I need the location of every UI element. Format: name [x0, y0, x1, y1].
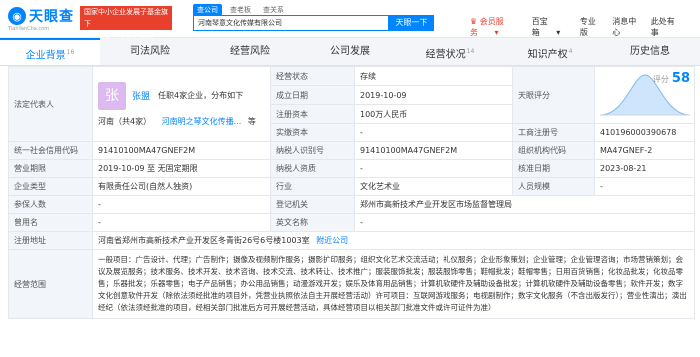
- english-name-label: 英文名称: [270, 213, 355, 232]
- tab-ip[interactable]: 知识产权4: [500, 38, 600, 65]
- legal-rep-name[interactable]: 张盟: [132, 89, 150, 102]
- authority-label: 登记机关: [270, 195, 355, 214]
- staff-size-label: 人员规模: [512, 177, 595, 196]
- insured-value: -: [92, 195, 271, 214]
- former-name-value: -: [92, 213, 271, 232]
- avatar: 张: [98, 81, 126, 110]
- found-date-value: 2019-10-09: [354, 85, 513, 105]
- baibaoxiang-link[interactable]: 百宝箱 ▾: [532, 16, 566, 38]
- legal-rep-desc: 任职4家企业，分布如下: [158, 91, 244, 100]
- scope-label: 经营范围: [8, 249, 93, 319]
- company-type-label: 企业类型: [8, 177, 93, 196]
- found-date-label: 成立日期: [270, 85, 355, 105]
- reg-capital-label: 注册资本: [270, 104, 355, 124]
- paid-capital-label: 实缴资本: [270, 123, 355, 142]
- scope-value: 一般项目：广告设计、代理；广告制作；摄像及视频制作服务；摄影扩印服务；组织文化艺…: [92, 249, 695, 319]
- term-label: 营业期限: [8, 159, 93, 178]
- authority-value: 郑州市高新技术产业开发区市场监督管理局: [354, 195, 695, 214]
- tianyan-score-cell[interactable]: 评分 58: [594, 66, 695, 124]
- biz-reg-no-value: 410196000390678: [594, 123, 695, 142]
- taxpayer-id-value: 91410100MA47GNEF2M: [354, 141, 513, 160]
- credit-code-value: 91410100MA47GNEF2M: [92, 141, 271, 160]
- logo-text: 天眼查: [29, 9, 74, 25]
- promo-line1: 国家中小企业发展子基金旗下: [84, 8, 168, 28]
- pro-version-link[interactable]: 专业版: [580, 16, 598, 38]
- status-value: 存续: [354, 66, 513, 86]
- legal-rep-more: 等: [247, 116, 256, 126]
- org-code-value: MA47GNEF-2: [594, 141, 695, 160]
- credit-code-label: 统一社会信用代码: [8, 141, 93, 160]
- nearby-companies-link[interactable]: 附近公司: [316, 236, 348, 245]
- insured-label: 参保人数: [8, 195, 93, 214]
- tab-history[interactable]: 历史信息: [600, 38, 700, 65]
- legal-rep-region[interactable]: 河南（共4家）: [98, 117, 151, 126]
- paid-capital-value: -: [354, 123, 513, 142]
- legal-rep-company[interactable]: 河南明之琴文化传播...: [162, 117, 242, 126]
- approve-date-value: 2023-08-21: [594, 159, 695, 178]
- taxpayer-id-label: 纳税人识别号: [270, 141, 355, 160]
- address-value: 河南省郑州市高新技术产业开发区冬青街26号6号楼1003室: [98, 236, 310, 245]
- score-readout: 评分 58: [652, 71, 690, 86]
- search-input[interactable]: 河南琴意文化传媒有限公司: [193, 15, 389, 31]
- industry-value: 文化艺术业: [354, 177, 513, 196]
- tab-operating-risk[interactable]: 经营风险: [200, 38, 300, 65]
- reg-capital-value: 100万人民币: [354, 104, 513, 124]
- tab-company-development[interactable]: 公司发展: [300, 38, 400, 65]
- address-cell: 河南省郑州市高新技术产业开发区冬青街26号6号楼1003室 附近公司: [92, 231, 695, 250]
- search-button[interactable]: 天眼一下: [389, 15, 434, 31]
- status-label: 经营状态: [270, 66, 355, 86]
- industry-label: 行业: [270, 177, 355, 196]
- user-menu[interactable]: 此处有事: [651, 16, 686, 38]
- staff-size-value: -: [594, 177, 695, 196]
- legal-rep-cell: 张 张盟 任职4家企业，分布如下 河南（共4家） 河南明之琴文化传播... 等: [92, 66, 271, 142]
- tab-judicial-risk[interactable]: 司法风险: [100, 38, 200, 65]
- company-type-value: 有限责任公司(自然人独资): [92, 177, 271, 196]
- top-header: ◉ 天眼查 TianYanCha.com 国家中小企业发展子基金旗下 官方备案企…: [0, 0, 700, 40]
- english-name-value: -: [354, 213, 695, 232]
- tax-qualification-value: -: [354, 159, 513, 178]
- term-value: 2019-10-09 至 无固定期限: [92, 159, 271, 178]
- tab-operating-status[interactable]: 经营状况14: [400, 38, 500, 65]
- approve-date-label: 核准日期: [512, 159, 595, 178]
- tianyan-score-label: 天眼评分: [512, 66, 595, 124]
- top-nav: ♛ 会员服务 ▾ 百宝箱 ▾ 专业版 消息中心 此处有事: [470, 16, 700, 38]
- tab-company-background[interactable]: 企业背景16: [0, 38, 100, 65]
- legal-rep-label: 法定代表人: [8, 66, 93, 142]
- tax-qualification-label: 纳税人资质: [270, 159, 355, 178]
- business-info-table: 法定代表人 张 张盟 任职4家企业，分布如下 河南（共4家） 河南明之琴文化传播…: [8, 66, 695, 319]
- logo[interactable]: ◉ 天眼查: [8, 6, 74, 26]
- promo-banner[interactable]: 国家中小企业发展子基金旗下 官方备案企业征信机构: [80, 6, 172, 40]
- org-code-label: 组织机构代码: [512, 141, 595, 160]
- logo-subtitle: TianYanCha.com: [8, 26, 50, 32]
- vip-service-link[interactable]: ♛ 会员服务 ▾: [470, 16, 518, 38]
- biz-reg-no-label: 工商注册号: [512, 123, 595, 142]
- address-label: 注册地址: [8, 231, 93, 250]
- message-center-link[interactable]: 消息中心: [612, 16, 637, 38]
- section-tabs: 企业背景16 司法风险 经营风险 公司发展 经营状况14 知识产权4 历史信息: [0, 38, 700, 66]
- logo-eye-icon: ◉: [8, 7, 26, 25]
- former-name-label: 曾用名: [8, 213, 93, 232]
